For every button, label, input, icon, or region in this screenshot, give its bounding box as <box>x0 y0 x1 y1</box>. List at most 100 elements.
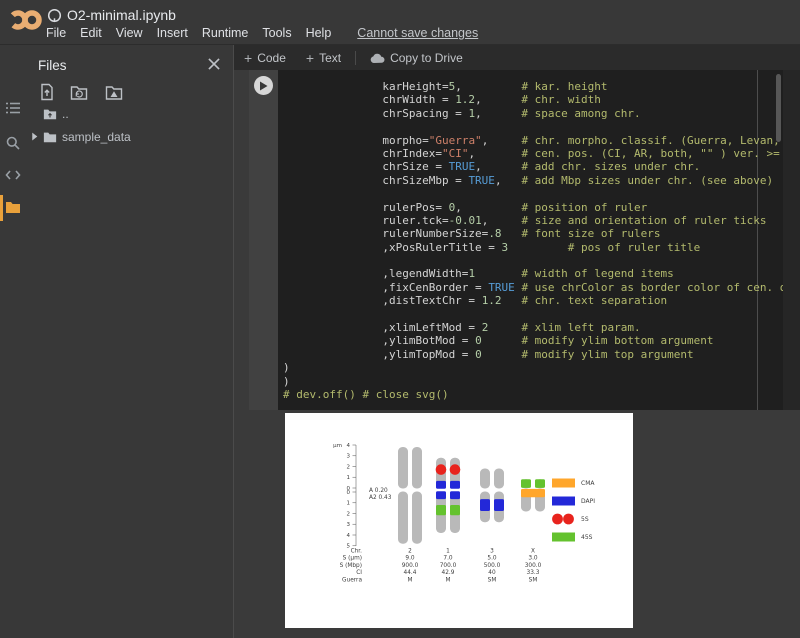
code-line: ,legendWidth=1 # width of legend items <box>283 267 783 280</box>
search-icon[interactable] <box>5 135 21 151</box>
code-line: ,ylimBotMod = 0 # modify ylim bottom arg… <box>283 334 783 347</box>
copy-to-drive-label: Copy to Drive <box>390 51 463 65</box>
table-cell-value: X <box>531 549 535 555</box>
files-panel-title: Files <box>38 58 67 73</box>
table-row-label: Chr. <box>351 549 363 555</box>
table-row-label: S (Mbp) <box>340 563 362 569</box>
table-cell-value: 1 <box>446 549 450 555</box>
mount-drive-icon[interactable] <box>105 83 123 101</box>
menu-help[interactable]: Help <box>306 26 332 40</box>
chevron-right-icon[interactable] <box>30 132 39 141</box>
code-line <box>283 120 783 133</box>
code-line: morpho="Guerra", # chr. morpho. classif.… <box>283 134 783 147</box>
code-line: ,fixCenBorder = TRUE # use chrColor as b… <box>283 281 783 294</box>
files-panel: Files .. <box>26 45 234 638</box>
table-cell-value: 40 <box>488 570 496 576</box>
mark-5S <box>450 464 461 475</box>
table-cell-value: 500.0 <box>484 563 501 569</box>
copy-to-drive-button[interactable]: Copy to Drive <box>360 45 473 70</box>
colab-app: { "header": { "filename": "O2-minimal.ip… <box>0 0 800 638</box>
legend-label: DAPI <box>581 498 595 505</box>
mark-CMA <box>521 489 545 497</box>
code-line: karHeight=5, # kar. height <box>283 80 783 93</box>
code-content: karHeight=5, # kar. height chrWidth = 1.… <box>283 80 783 401</box>
notebook-title[interactable]: O2-minimal.ipynb <box>67 7 176 23</box>
code-line: ,distTextChr = 1.2 # chr. text separatio… <box>283 294 783 307</box>
code-line: # dev.off() # close svg() <box>283 388 783 401</box>
ruler-tick-label: 4 <box>347 443 351 449</box>
table-cell-value: 9.0 <box>405 556 415 562</box>
mark-DAPI <box>450 481 460 489</box>
code-line: ) <box>283 361 783 374</box>
left-icon-rail <box>0 45 26 638</box>
table-of-contents-icon[interactable] <box>5 100 21 116</box>
mark-DAPI <box>450 491 460 499</box>
menu-edit[interactable]: Edit <box>80 26 102 40</box>
code-line: ,ylimTopMod = 0 # modify ylim top argume… <box>283 348 783 361</box>
chromosome-2-short-arm <box>412 447 422 489</box>
legend-label: 5S <box>581 516 589 523</box>
play-icon <box>259 81 268 91</box>
code-line: ,xlimLeftMod = 2 # xlim left param. <box>283 321 783 334</box>
table-cell-value: 900.0 <box>402 563 419 569</box>
save-status-link[interactable]: Cannot save changes <box>357 26 478 40</box>
table-cell-value: M <box>445 577 450 583</box>
notebook-area: karHeight=5, # kar. height chrWidth = 1.… <box>234 70 800 638</box>
code-line: chrSpacing = 1, # space among chr. <box>283 107 783 120</box>
ruler-tick-label: 3 <box>347 522 351 528</box>
legend-label: CMA <box>581 480 595 487</box>
colab-logo-right-ring <box>25 13 39 27</box>
editor-scrollbar-thumb[interactable] <box>776 74 781 142</box>
plus-icon: + <box>244 51 252 65</box>
tree-item-sample-data[interactable]: sample_data <box>26 129 233 145</box>
mark-45S <box>436 505 446 515</box>
code-line <box>283 254 783 267</box>
files-icon[interactable] <box>5 199 21 215</box>
code-line: chrWidth = 1.2, # chr. width <box>283 93 783 106</box>
tree-item-parent-folder[interactable]: .. <box>26 106 233 122</box>
github-icon <box>47 8 62 23</box>
legend-dot-5S <box>563 514 574 525</box>
run-cell-button[interactable] <box>254 76 273 95</box>
folder-icon <box>43 130 57 144</box>
ruler-tick-label: 1 <box>347 475 351 481</box>
active-panel-indicator <box>0 195 3 221</box>
ruler-tick-label: 2 <box>347 511 351 517</box>
menu-view[interactable]: View <box>116 26 143 40</box>
code-editor[interactable]: karHeight=5, # kar. height chrWidth = 1.… <box>278 70 783 410</box>
chromosome-2-long-arm <box>398 492 408 544</box>
table-row-label: S (µm) <box>343 556 362 562</box>
mark-DAPI <box>480 499 490 511</box>
chromosome-3-short-arm <box>480 469 490 489</box>
legend-swatch-45S <box>552 533 575 542</box>
close-icon[interactable] <box>205 55 223 73</box>
notebook-scroll-track <box>783 70 800 410</box>
menu-runtime[interactable]: Runtime <box>202 26 249 40</box>
table-cell-value: 3 <box>490 549 494 555</box>
menu-tools[interactable]: Tools <box>262 26 291 40</box>
table-cell-value: M <box>407 577 412 583</box>
app-header: O2-minimal.ipynb File Edit View Insert R… <box>0 0 800 45</box>
cloud-icon <box>370 52 385 64</box>
ruler-tick-label: 2 <box>347 464 351 470</box>
menu-bar: File Edit View Insert Runtime Tools Help… <box>46 26 478 40</box>
upload-file-icon[interactable] <box>38 83 56 101</box>
add-code-button[interactable]: + Code <box>234 45 296 70</box>
ruler-tick-label: 1 <box>347 501 351 507</box>
legend-swatch-DAPI <box>552 497 575 506</box>
code-line: chrSize = TRUE, # add chr. sizes under c… <box>283 160 783 173</box>
mark-45S <box>521 479 531 488</box>
refresh-folder-icon[interactable] <box>70 83 88 101</box>
table-cell-value: 3.0 <box>528 556 538 562</box>
menu-insert[interactable]: Insert <box>157 26 188 40</box>
code-snippets-icon[interactable] <box>5 167 21 183</box>
toolbar-divider <box>355 51 356 65</box>
colab-logo[interactable] <box>8 7 42 33</box>
table-cell-value: 33.3 <box>527 570 540 576</box>
add-text-button[interactable]: + Text <box>296 45 351 70</box>
menu-file[interactable]: File <box>46 26 66 40</box>
folder-up-icon <box>43 107 57 121</box>
code-line <box>283 308 783 321</box>
notebook-toolbar: + Code + Text Copy to Drive <box>234 45 800 70</box>
code-line: chrIndex="CI", # cen. pos. (CI, AR, both… <box>283 147 783 160</box>
